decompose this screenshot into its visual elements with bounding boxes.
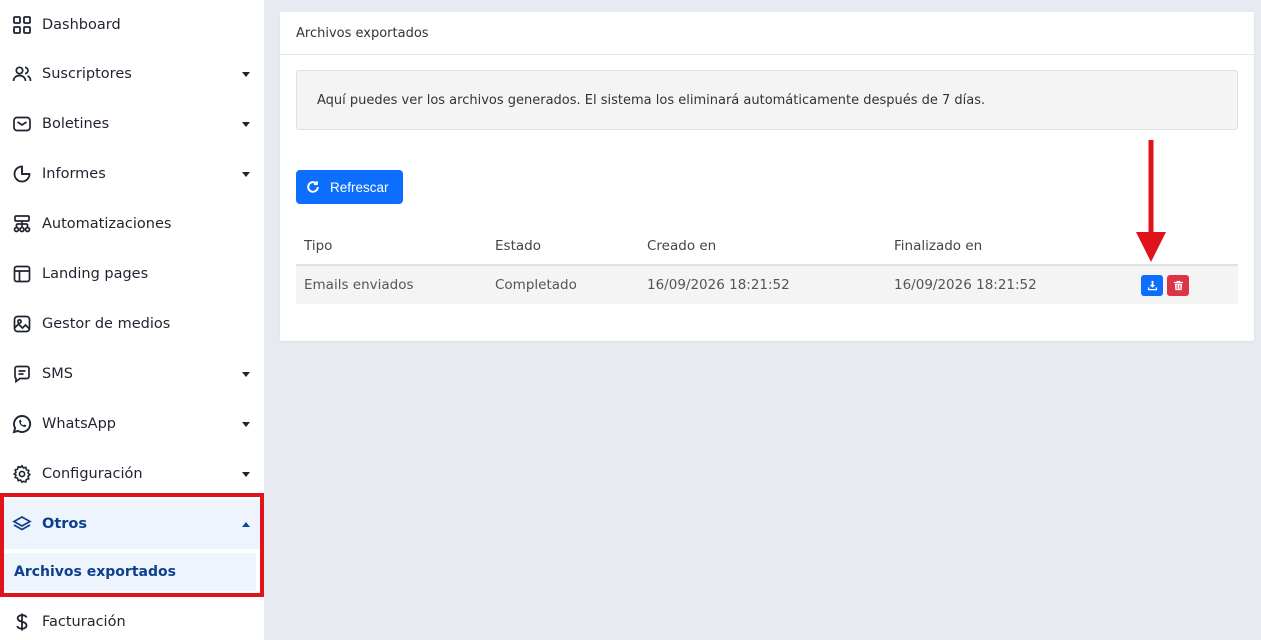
sidebar-item-whatsapp[interactable]: WhatsApp: [0, 399, 264, 449]
sidebar-item-otros[interactable]: Otros: [0, 499, 264, 549]
sidebar: Dashboard Suscriptores Boletines Informe…: [0, 0, 264, 640]
download-icon: [1147, 280, 1157, 291]
chevron-down-icon: [242, 121, 250, 127]
sidebar-subitem-archivos-exportados[interactable]: Archivos exportados: [4, 553, 256, 591]
cell-finalizado: 16/09/2026 18:21:52: [894, 277, 1037, 293]
chevron-down-icon: [242, 171, 250, 177]
sidebar-subitem-label: Archivos exportados: [14, 564, 176, 580]
sidebar-item-informes[interactable]: Informes: [0, 149, 264, 199]
sidebar-item-label: Automatizaciones: [42, 216, 172, 232]
cell-creado: 16/09/2026 18:21:52: [647, 277, 790, 293]
chevron-down-icon: [242, 421, 250, 427]
grid-icon: [12, 15, 32, 35]
card-header: Archivos exportados: [280, 12, 1254, 55]
users-icon: [12, 64, 32, 84]
flow-icon: [12, 214, 32, 234]
message-icon: [12, 364, 32, 384]
info-alert: Aquí puedes ver los archivos generados. …: [296, 70, 1238, 130]
refresh-button[interactable]: Refrescar: [296, 170, 403, 204]
sidebar-item-label: Boletines: [42, 116, 110, 132]
refresh-icon: [307, 181, 319, 193]
sidebar-item-dashboard[interactable]: Dashboard: [0, 0, 264, 50]
trash-icon: [1173, 280, 1183, 291]
chevron-down-icon: [242, 371, 250, 377]
sidebar-item-label: Suscriptores: [42, 66, 132, 82]
sidebar-item-sms[interactable]: SMS: [0, 349, 264, 399]
layers-icon: [12, 514, 32, 534]
chevron-down-icon: [242, 71, 250, 77]
sidebar-item-label: Dashboard: [42, 17, 121, 33]
column-header-creado: Creado en: [647, 238, 717, 254]
layout-icon: [12, 264, 32, 284]
mail-icon: [12, 114, 32, 134]
image-icon: [12, 314, 32, 334]
table-header: Tipo Estado Creado en Finalizado en: [296, 226, 1238, 266]
sidebar-item-label: Configuración: [42, 466, 143, 482]
sidebar-item-label: Gestor de medios: [42, 316, 171, 332]
card-title: Archivos exportados: [296, 25, 429, 41]
exported-files-card: Archivos exportados Aquí puedes ver los …: [280, 12, 1254, 341]
whatsapp-icon: [12, 414, 32, 434]
column-header-estado: Estado: [495, 238, 541, 254]
sidebar-item-label: Facturación: [42, 614, 126, 630]
sidebar-item-label: SMS: [42, 366, 73, 382]
sidebar-item-label: Informes: [42, 166, 106, 182]
chevron-up-icon: [242, 521, 250, 527]
sidebar-item-suscriptores[interactable]: Suscriptores: [0, 49, 264, 99]
sidebar-item-label: Otros: [42, 516, 88, 532]
sidebar-item-facturacion[interactable]: Facturación: [0, 597, 264, 640]
exports-table: Tipo Estado Creado en Finalizado en Emai…: [296, 226, 1238, 304]
refresh-button-label: Refrescar: [330, 179, 389, 195]
sidebar-item-landing-pages[interactable]: Landing pages: [0, 249, 264, 299]
column-header-tipo: Tipo: [304, 238, 333, 254]
column-header-finalizado: Finalizado en: [894, 238, 983, 254]
sidebar-item-label: Landing pages: [42, 266, 149, 282]
dollar-icon: [12, 612, 32, 632]
sidebar-item-automatizaciones[interactable]: Automatizaciones: [0, 199, 264, 249]
gear-icon: [12, 464, 32, 484]
pie-chart-icon: [12, 164, 32, 184]
sidebar-item-boletines[interactable]: Boletines: [0, 99, 264, 149]
sidebar-item-configuracion[interactable]: Configuración: [0, 449, 264, 499]
chevron-down-icon: [242, 471, 250, 477]
download-button[interactable]: [1141, 275, 1163, 296]
alert-text: Aquí puedes ver los archivos generados. …: [317, 92, 986, 108]
cell-tipo: Emails enviados: [304, 277, 414, 293]
sidebar-item-label: WhatsApp: [42, 416, 116, 432]
delete-button[interactable]: [1167, 275, 1189, 296]
cell-estado: Completado: [495, 277, 577, 293]
sidebar-item-gestor-medios[interactable]: Gestor de medios: [0, 299, 264, 349]
table-row: Emails enviados Completado 16/09/2026 18…: [296, 266, 1238, 304]
